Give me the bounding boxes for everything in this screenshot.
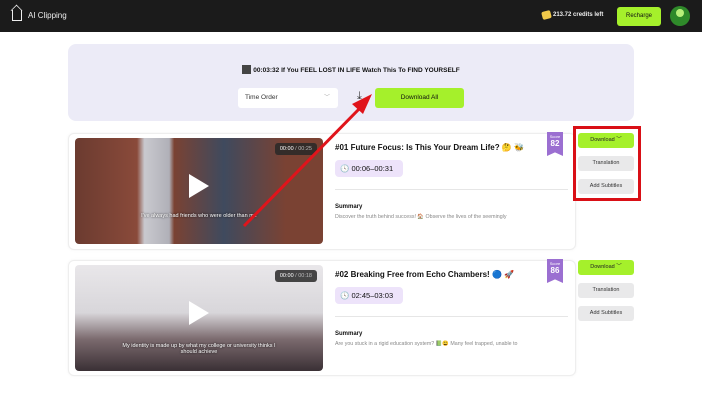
annotation-arrow bbox=[242, 94, 372, 228]
